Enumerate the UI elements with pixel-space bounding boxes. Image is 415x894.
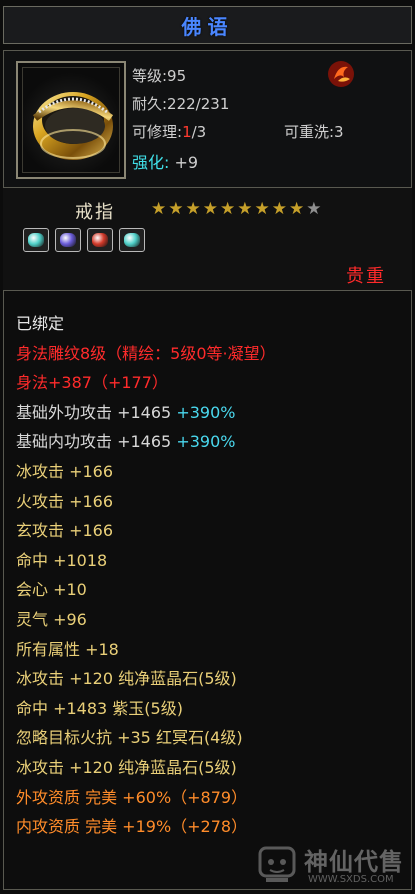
- watermark-brand: 神仙代售: [304, 848, 404, 876]
- item-type-name: 戒指: [75, 202, 115, 223]
- durability-stat: 耐久:222/231: [132, 95, 230, 113]
- socket-gems: [23, 228, 145, 252]
- attribute-text: 忽略目标火抗 +35 红冥石(4级): [16, 728, 243, 748]
- gem-icon[interactable]: [55, 228, 81, 252]
- gem-icon[interactable]: [87, 228, 113, 252]
- attribute-line: 基础内功攻击 +1465 +390%: [16, 427, 276, 457]
- watermark-url: WWW.SXDS.COM: [308, 874, 394, 885]
- attribute-line: 会心 +10: [16, 575, 276, 605]
- star-icon: ★: [289, 199, 305, 219]
- attribute-text: 火攻击 +166: [16, 491, 114, 511]
- attribute-list: 已绑定身法雕纹8级（精绘：5级0等·凝望） 身法+387（+177） 基础外功攻击 …: [16, 309, 276, 842]
- gem-stone: [60, 233, 76, 247]
- enhance-label: 强化:: [132, 153, 170, 172]
- attribute-line: 火攻击 +166: [16, 487, 276, 517]
- attribute-panel: 已绑定身法雕纹8级（精绘：5级0等·凝望） 身法+387（+177） 基础外功攻击 …: [3, 290, 412, 890]
- watermark: 神仙代售 WWW.SXDS.COM: [250, 836, 415, 894]
- attribute-text: 外攻资质 完美 +60%（+879）: [16, 787, 248, 807]
- repair-label: 可修理:: [132, 123, 183, 141]
- ring-item-icon: [22, 67, 120, 173]
- enhance-value: +9: [174, 153, 199, 172]
- attribute-text: 身法雕纹8级（精绘：5级0等·凝望）: [16, 343, 276, 363]
- attribute-line: 身法雕纹8级（精绘：5级0等·凝望）: [16, 339, 276, 369]
- attribute-line: 冰攻击 +166: [16, 457, 276, 487]
- attribute-text: 冰攻击 +120 纯净蓝晶石(5级): [16, 669, 237, 689]
- attribute-line: 玄攻击 +166: [16, 516, 276, 546]
- attribute-line: 命中 +1483 紫玉(5级): [16, 694, 276, 724]
- attribute-line: 所有属性 +18: [16, 635, 276, 665]
- watermark-logo-icon: [258, 846, 296, 882]
- attribute-text: 命中 +1018: [16, 550, 108, 570]
- attribute-text: 内攻资质 完美 +19%（+278）: [16, 817, 248, 837]
- item-tooltip: 佛语 等级:95 耐久:222/231 可修理:1/3 可重洗:3 强化: +9…: [0, 0, 415, 894]
- bind-badge-icon: [326, 59, 356, 89]
- attribute-text: 冰攻击 +120 纯净蓝晶石(5级): [16, 757, 237, 777]
- attribute-text: 命中 +1483 紫玉(5级): [16, 698, 183, 718]
- attribute-text: 身法+387（+177）: [16, 373, 168, 393]
- attribute-text: +390%: [176, 402, 236, 422]
- rarity-label: 贵重: [346, 266, 386, 287]
- star-icon: ★: [185, 199, 201, 219]
- gem-icon[interactable]: [23, 228, 49, 252]
- attribute-text: 会心 +10: [16, 580, 87, 600]
- attribute-line: 身法+387（+177）: [16, 368, 276, 398]
- item-title: 佛语: [181, 14, 234, 39]
- attribute-line: 命中 +1018: [16, 546, 276, 576]
- attribute-text: 冰攻击 +166: [16, 461, 114, 481]
- attribute-text: +390%: [176, 432, 236, 452]
- gem-stone: [28, 233, 44, 247]
- item-icon-frame: [16, 61, 126, 179]
- level-stat: 等级:95: [132, 67, 187, 85]
- item-header: 等级:95 耐久:222/231 可修理:1/3 可重洗:3 强化: +9: [3, 50, 412, 188]
- attribute-line: 外攻资质 完美 +60%（+879）: [16, 783, 276, 813]
- gem-stone: [124, 233, 140, 247]
- star-icon: ★: [306, 199, 322, 219]
- star-icon: ★: [237, 199, 253, 219]
- attribute-line: 内攻资质 完美 +19%（+278）: [16, 812, 276, 842]
- attribute-line: 忽略目标火抗 +35 红冥石(4级): [16, 723, 276, 753]
- star-icon: ★: [254, 199, 270, 219]
- attribute-line: 灵气 +96: [16, 605, 276, 635]
- gem-icon[interactable]: [119, 228, 145, 252]
- repair-current: 1: [182, 123, 192, 141]
- attribute-text: 灵气 +96: [16, 609, 87, 629]
- item-name-section: 戒指 ★ ★ ★ ★ ★ ★ ★ ★ ★ ★ 贵重: [3, 188, 412, 290]
- attribute-text: 基础内功攻击 +1465: [16, 432, 177, 452]
- attribute-text: 玄攻击 +166: [16, 521, 114, 541]
- attribute-text: 所有属性 +18: [16, 639, 119, 659]
- attribute-line: 已绑定: [16, 309, 276, 339]
- star-icon: ★: [271, 199, 287, 219]
- attribute-line: 冰攻击 +120 纯净蓝晶石(5级): [16, 753, 276, 783]
- repair-max: /3: [191, 123, 207, 141]
- attribute-text: 基础外功攻击 +1465: [16, 402, 177, 422]
- star-rating: ★ ★ ★ ★ ★ ★ ★ ★ ★ ★: [151, 200, 322, 218]
- attribute-line: 基础外功攻击 +1465 +390%: [16, 398, 276, 428]
- enhance-stat: 强化: +9: [132, 149, 198, 173]
- star-icon: ★: [220, 199, 236, 219]
- repair-stat: 可修理:1/3: [132, 121, 206, 142]
- rewash-stat: 可重洗:3: [284, 123, 344, 141]
- gem-stone: [92, 233, 108, 247]
- title-bar: 佛语: [3, 6, 412, 44]
- star-icon: ★: [168, 199, 184, 219]
- star-icon: ★: [202, 199, 218, 219]
- star-icon: ★: [151, 199, 167, 219]
- attribute-text: 已绑定: [16, 314, 65, 333]
- attribute-line: 冰攻击 +120 纯净蓝晶石(5级): [16, 664, 276, 694]
